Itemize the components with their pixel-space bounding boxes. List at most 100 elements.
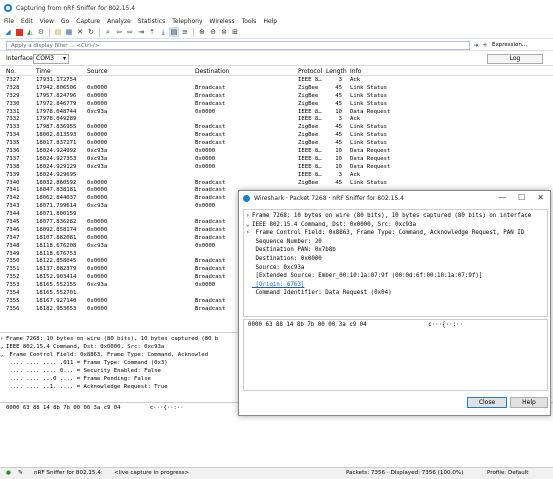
menu-item[interactable]: Analyze — [107, 18, 131, 25]
detail-line-frame[interactable]: › Frame 7268: 10 bytes on wire (80 bits),… — [0, 335, 237, 343]
add-filter-button[interactable]: + — [481, 41, 489, 50]
tree-line-fcf[interactable]: › Frame Control Field: 0x8863, Frame Typ… — [246, 229, 545, 238]
status-capture-state: <live capture in progress> — [114, 470, 190, 476]
status-edit-icon[interactable]: ✎ — [18, 470, 23, 476]
resize-columns-icon[interactable]: ⊞ — [230, 27, 240, 37]
packet-cell-no: 7333 — [6, 124, 20, 131]
normal-size-icon[interactable]: ⊜ — [219, 27, 229, 37]
column-header-destination[interactable]: Destination — [195, 68, 229, 75]
menu-item[interactable]: Wireless — [210, 18, 235, 25]
menu-item[interactable]: View — [40, 18, 54, 25]
packet-cell-time: 18024.927353 — [36, 155, 77, 162]
packet-row[interactable]: 7335 18017.837271 0x0000 Broadcast ZigBee 45 L… — [0, 139, 553, 147]
packet-cell-src: 0xc93a — [87, 108, 108, 115]
packet-row[interactable]: 7334 18002.813593 0x0000 Broadcast ZigBee 45 L… — [0, 131, 553, 139]
packet-cell-src: 0x0000 — [87, 100, 108, 107]
packet-row[interactable]: 7327 17931.172754 IEEE 8… 3 Ack — [0, 76, 553, 84]
tree-line-src[interactable]: Source: 0xc93a — [246, 264, 545, 273]
stop-capture-icon[interactable] — [14, 27, 24, 37]
packet-cell-dst: Broadcast — [195, 219, 226, 226]
display-filter-input[interactable]: Apply a display filter … <Ctrl-/> — [6, 41, 470, 50]
detail-line-bit[interactable]: .... .... ..1. .... = Acknowledge Reques… — [0, 383, 237, 391]
menu-item[interactable]: Help — [263, 18, 277, 25]
packet-row[interactable]: 7331 17978.048744 0xc93a 0x0000 IEEE 8… 10 Dat… — [0, 108, 553, 116]
bytes-hex[interactable]: 0000 63 88 14 8b 7b 00 00 3a c9 04 — [6, 405, 121, 411]
column-header-info[interactable]: Info — [350, 68, 361, 75]
detail-line-bit[interactable]: .... .... .... 0... = Security Enabled: … — [0, 367, 237, 375]
menu-item[interactable]: Telephony — [172, 18, 202, 25]
packet-row[interactable]: 7333 17987.836955 0x0000 Broadcast ZigBee 45 L… — [0, 123, 553, 131]
close-file-icon[interactable]: ✕ — [75, 27, 85, 37]
go-forward-icon[interactable]: ⇨ — [125, 27, 135, 37]
log-button[interactable]: Log — [487, 54, 543, 64]
packet-row[interactable]: 7339 18024.929695 IEEE 8… 3 Ack — [0, 171, 553, 179]
last-packet-icon[interactable]: ⤓ — [158, 27, 168, 37]
tree-line-extsrc[interactable]: [Extended Source: Ember_00:10:1a:07:9f (… — [246, 272, 545, 281]
tree-line-cmdid[interactable]: Command Identifier: Data Request (0x04) — [246, 289, 545, 298]
reload-icon[interactable]: ↻ — [86, 27, 96, 37]
menu-item[interactable]: Tools — [242, 18, 257, 25]
dialog-bytes-ascii[interactable]: c···{··:·· — [428, 322, 463, 328]
filter-apply-arrow-icon[interactable]: ➜ — [472, 41, 480, 50]
find-packet-icon[interactable]: ⌕ — [103, 27, 113, 37]
status-profile[interactable]: Profile: Default — [487, 470, 529, 476]
open-file-icon[interactable]: ▤ — [53, 27, 63, 37]
tree-line-frame[interactable]: › Frame 7268: 10 bytes on wire (80 bits),… — [246, 212, 545, 221]
menu-item[interactable]: Capture — [76, 18, 100, 25]
packet-cell-proto: ZigBee — [298, 92, 319, 99]
minimize-icon[interactable]: — — [498, 193, 506, 202]
autoscroll-icon[interactable]: ▤ — [169, 27, 179, 37]
menu-item[interactable]: File — [4, 18, 14, 25]
shark-fin-start-icon[interactable]: ◢ — [3, 27, 13, 37]
menu-item[interactable]: Edit — [21, 18, 33, 25]
tree-line-ieee[interactable]: ⌄ IEEE 802.15.4 Command, Dst: 0x0000, Src… — [246, 221, 545, 230]
close-button[interactable]: Close — [467, 397, 507, 408]
packet-cell-dst: Broadcast — [195, 305, 226, 312]
interface-value: COM3 — [36, 55, 54, 62]
detail-line-bit[interactable]: .... .... .... .011 = Frame Type: Comman… — [0, 359, 237, 367]
capture-options-icon[interactable]: ⚙ — [36, 27, 46, 37]
packet-row[interactable]: 7338 18024.929129 0xc93a 0x0000 IEEE 8… 10 Dat… — [0, 163, 553, 171]
column-header-no[interactable]: No. — [6, 68, 16, 75]
packet-row[interactable]: 7330 17972.846779 0x0000 Broadcast ZigBee 45 L… — [0, 100, 553, 108]
go-back-icon[interactable]: ⇦ — [114, 27, 124, 37]
detail-line-fcf[interactable]: ⌄ Frame Control Field: 0x8863, Frame Typ… — [0, 351, 237, 359]
packet-cell-dst: Broadcast — [195, 226, 226, 233]
packet-cell-time: 18077.836282 — [36, 219, 77, 226]
packet-row[interactable]: 7337 18024.927353 0xc93a 0x0000 IEEE 8… 10 Dat… — [0, 155, 553, 163]
go-to-packet-icon[interactable]: ⇥ — [136, 27, 146, 37]
detail-line-ieee[interactable]: ⌄ IEEE 802.15.4 Command, Dst: 0x0000, Src… — [0, 343, 237, 351]
help-button[interactable]: Help — [510, 397, 548, 408]
zoom-out-icon[interactable]: ⊖ — [208, 27, 218, 37]
detail-line-bit[interactable]: .... .... ...0 .... = Frame Pending: Fal… — [0, 375, 237, 383]
wireshark-icon — [4, 4, 12, 12]
save-file-icon[interactable]: ▦ — [64, 27, 74, 37]
maximize-icon[interactable]: ☐ — [518, 193, 525, 202]
dialog-bytes-hex[interactable]: 0000 63 88 14 8b 7b 00 00 3a c9 04 — [248, 322, 367, 328]
column-header-length[interactable]: Length — [326, 68, 347, 75]
tree-line-dst[interactable]: Destination: 0x0000 — [246, 255, 545, 264]
menu-item[interactable]: Statistics — [138, 18, 165, 25]
tree-line-dstpan[interactable]: Destination PAN: 0x7b8b — [246, 246, 545, 255]
tree-line-origin-link[interactable]: [Origin: 6763] — [246, 281, 545, 290]
interface-select[interactable]: COM3 ▾ — [33, 54, 69, 64]
close-icon[interactable]: ✕ — [537, 193, 544, 202]
interface-bar: Interface COM3 ▾ Log — [0, 52, 553, 66]
expression-button[interactable]: Expression… — [492, 41, 532, 50]
first-packet-icon[interactable]: ⤒ — [147, 27, 157, 37]
packet-cell-info: Link Status — [350, 179, 388, 186]
packet-row[interactable]: 7340 18032.860592 0x0000 Broadcast ZigBee 45 L… — [0, 179, 553, 187]
packet-row[interactable]: 7336 18024.924992 0xc93a 0x0000 IEEE 8… 10 Dat… — [0, 147, 553, 155]
column-header-time[interactable]: Time — [36, 68, 51, 75]
menu-item[interactable]: Go — [61, 18, 69, 25]
restart-capture-icon[interactable]: ◭ — [25, 27, 35, 37]
column-header-protocol[interactable]: Protocol — [298, 68, 322, 75]
colorize-icon[interactable]: ≡ — [180, 27, 190, 37]
packet-row[interactable]: 7332 17978.049289 IEEE 8… 3 Ack — [0, 115, 553, 123]
column-header-source[interactable]: Source — [87, 68, 108, 75]
packet-row[interactable]: 7329 17957.824796 0x0000 Broadcast ZigBee 45 L… — [0, 92, 553, 100]
tree-line-seq[interactable]: Sequence Number: 20 — [246, 238, 545, 247]
zoom-in-icon[interactable]: ⊕ — [197, 27, 207, 37]
packet-row[interactable]: 7328 17942.806506 0x0000 Broadcast ZigBee 45 L… — [0, 84, 553, 92]
bytes-ascii[interactable]: c···{··:·· — [150, 405, 184, 411]
